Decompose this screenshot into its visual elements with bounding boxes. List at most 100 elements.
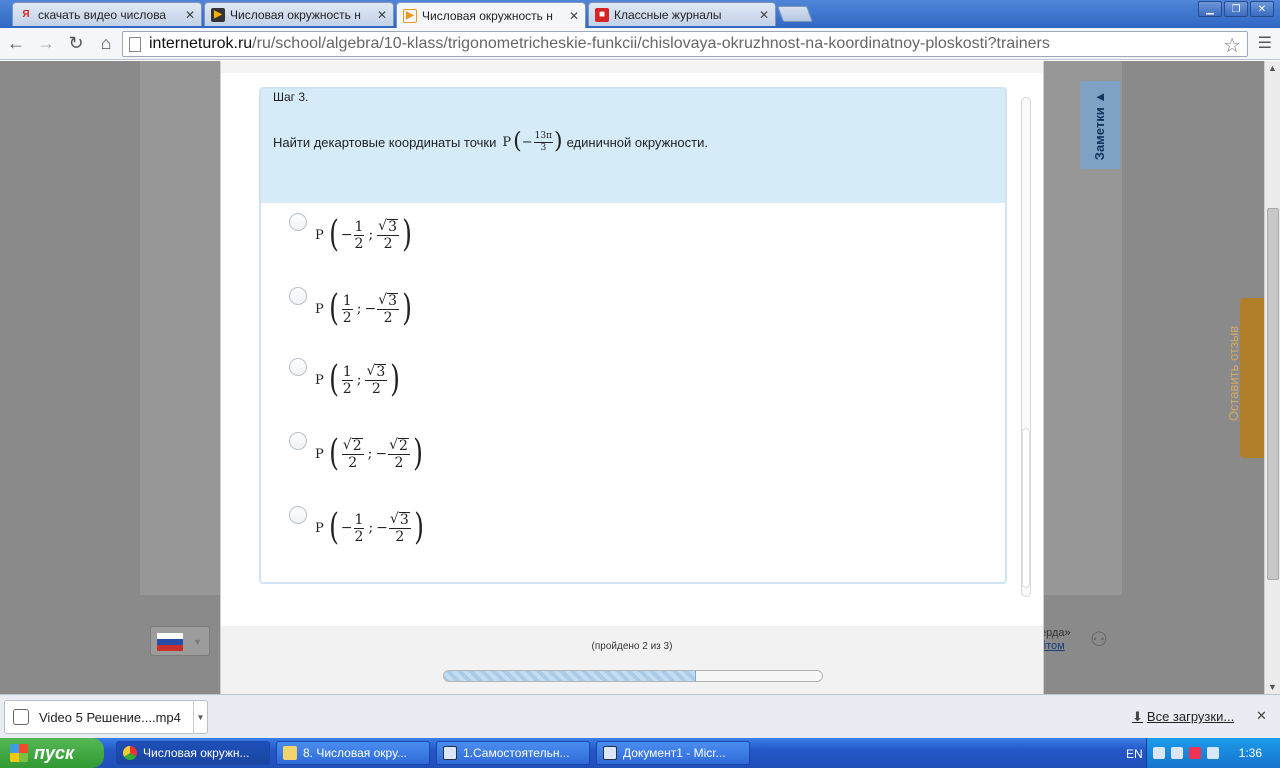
radio-button[interactable] — [289, 432, 307, 450]
radio-button[interactable] — [289, 358, 307, 376]
close-icon[interactable]: ✕ — [569, 9, 579, 23]
radical-icon: √ — [366, 363, 376, 379]
radical-icon: √ — [342, 437, 352, 453]
sqrt: √ 2 — [343, 438, 363, 453]
clock: 1:36 — [1238, 746, 1262, 760]
close-icon[interactable]: ✕ — [185, 8, 195, 22]
answer-expression: P(1 2; √ 3 2) — [315, 362, 402, 398]
y-sign: − — [376, 520, 388, 536]
close-icon[interactable]: ✕ — [759, 8, 769, 22]
modal-footer — [221, 626, 1043, 694]
answer-expression: P(−1 2; − √ 3 2) — [315, 510, 426, 546]
close-window-icon[interactable]: ✕ — [1250, 1, 1274, 17]
folder-icon — [283, 746, 297, 760]
back-arrow-icon[interactable]: ← — [2, 30, 30, 58]
download-item[interactable]: Video 5 Решение....mp4 ▼ — [4, 700, 208, 734]
download-arrow-icon: ⬇ — [1132, 709, 1143, 724]
tab-yandex-search[interactable]: Я скачать видео числова ✕ — [12, 2, 202, 26]
point-label: P — [315, 520, 324, 536]
tab-video[interactable]: ▶ Числовая окружность н ✕ — [204, 2, 394, 26]
x-sign: − — [340, 227, 353, 243]
chevron-down-icon[interactable]: ▼ — [193, 701, 207, 733]
notes-tab[interactable]: Заметки ▲ — [1080, 81, 1120, 169]
scroll-up-icon[interactable]: ▲ — [1268, 63, 1277, 73]
tab-title: Классные журналы — [614, 7, 722, 22]
page-scrollbar[interactable]: ▲ ▼ — [1264, 61, 1280, 694]
notes-tab-label: Заметки ▲ — [1092, 90, 1108, 160]
inner-scrollbar[interactable] — [1021, 97, 1031, 597]
tab-journals[interactable]: ■ Классные журналы ✕ — [588, 2, 776, 26]
y-sign: − — [364, 301, 377, 317]
radical-icon: √ — [378, 218, 388, 234]
forward-arrow-icon[interactable]: → — [32, 30, 60, 58]
paren-open: ( — [328, 288, 339, 329]
feedback-tab[interactable]: Оставить отзыв — [1226, 298, 1264, 458]
radio-button[interactable] — [289, 506, 307, 524]
taskbar-button-chrome[interactable]: Числовая окружн... — [116, 741, 270, 765]
sitemap-icon[interactable]: ⚇ — [1090, 627, 1108, 652]
tray-arrow-icon[interactable] — [1153, 747, 1165, 759]
footer-note: ерда» йтом — [1040, 627, 1071, 653]
minimize-icon[interactable]: ▁ — [1198, 1, 1222, 17]
video-icon: ▶ — [211, 7, 225, 22]
start-button[interactable]: пуск — [0, 738, 104, 768]
network-icon[interactable] — [1171, 747, 1183, 759]
paren-open: ( — [513, 129, 522, 154]
x-denominator: 2 — [354, 235, 364, 252]
tab-interneturok-active[interactable]: ▶ Числовая окружность н ✕ — [396, 2, 586, 28]
y-denominator: 2 — [383, 236, 393, 252]
restore-icon[interactable]: ❐ — [1224, 1, 1248, 17]
x-numerator: 1 — [354, 511, 364, 528]
antivirus-icon[interactable] — [1189, 747, 1201, 759]
language-indicator[interactable]: EN — [1126, 747, 1143, 761]
home-icon[interactable]: ⌂ — [92, 30, 120, 58]
x-denominator: 2 — [342, 380, 352, 397]
taskbar-button-word-1[interactable]: 1.Самостоятельн... — [436, 741, 590, 765]
all-downloads-label: Все загрузки... — [1146, 709, 1235, 724]
inner-scrollbar-thumb[interactable] — [1022, 428, 1030, 588]
reload-icon[interactable]: ↻ — [62, 30, 90, 58]
sqrt: √ 3 — [390, 512, 410, 527]
browser-tab-strip: Я скачать видео числова ✕ ▶ Числовая окр… — [0, 0, 1280, 28]
y-denominator: 2 — [394, 455, 404, 471]
bookmark-star-icon[interactable]: ☆ — [1223, 33, 1241, 56]
page-scrollbar-thumb[interactable] — [1267, 208, 1279, 580]
task-fraction: 13π 3 — [533, 131, 554, 153]
radio-button[interactable] — [289, 287, 307, 305]
volume-icon[interactable] — [1207, 747, 1219, 759]
menu-icon[interactable]: ☰ — [1258, 33, 1272, 53]
language-selector[interactable]: ▼ — [150, 626, 210, 656]
sqrt: √ 3 — [366, 363, 387, 380]
footer-note-link[interactable]: йтом — [1040, 640, 1071, 653]
x-fraction: √ 2 2 — [341, 438, 364, 470]
close-icon[interactable]: ✕ — [377, 8, 387, 22]
new-tab-button[interactable] — [777, 6, 813, 22]
y-numerator: 3 — [375, 364, 387, 380]
address-bar[interactable]: interneturok.ru /ru/school/algebra/10-kl… — [122, 31, 1248, 57]
paren-close: ) — [413, 507, 424, 548]
footer-note-line1: ерда» — [1040, 627, 1071, 639]
task-point: P — [502, 134, 512, 150]
word-icon — [603, 746, 617, 760]
paren-close: ) — [402, 288, 412, 329]
x-numerator: 1 — [342, 363, 352, 380]
task-text: Найти декартовые координаты точки P ( − … — [273, 131, 708, 153]
taskbar-button-folder[interactable]: 8. Числовая окру... — [276, 741, 430, 765]
point-label: P — [315, 372, 324, 388]
answer-expression: P(−1 2; √ 3 2) — [315, 217, 414, 253]
x-numerator: 1 — [354, 218, 364, 235]
radio-button[interactable] — [289, 213, 307, 231]
x-sign: − — [340, 520, 353, 536]
all-downloads-link[interactable]: ⬇ Все загрузки... — [1132, 709, 1234, 725]
russia-flag-icon — [157, 633, 183, 651]
word-icon — [443, 746, 457, 760]
x-denominator: 2 — [354, 528, 364, 545]
radical-icon: √ — [389, 437, 399, 453]
close-icon[interactable]: ✕ — [1256, 708, 1267, 724]
task-after: единичной окружности. — [566, 134, 708, 150]
window-controls: ▁ ❐ ✕ — [1198, 1, 1274, 17]
scroll-down-icon[interactable]: ▼ — [1268, 682, 1277, 692]
taskbar-button-word-2[interactable]: Документ1 - Micr... — [596, 741, 750, 765]
paren-close: ) — [402, 214, 412, 255]
chevron-down-icon: ▼ — [193, 637, 202, 647]
